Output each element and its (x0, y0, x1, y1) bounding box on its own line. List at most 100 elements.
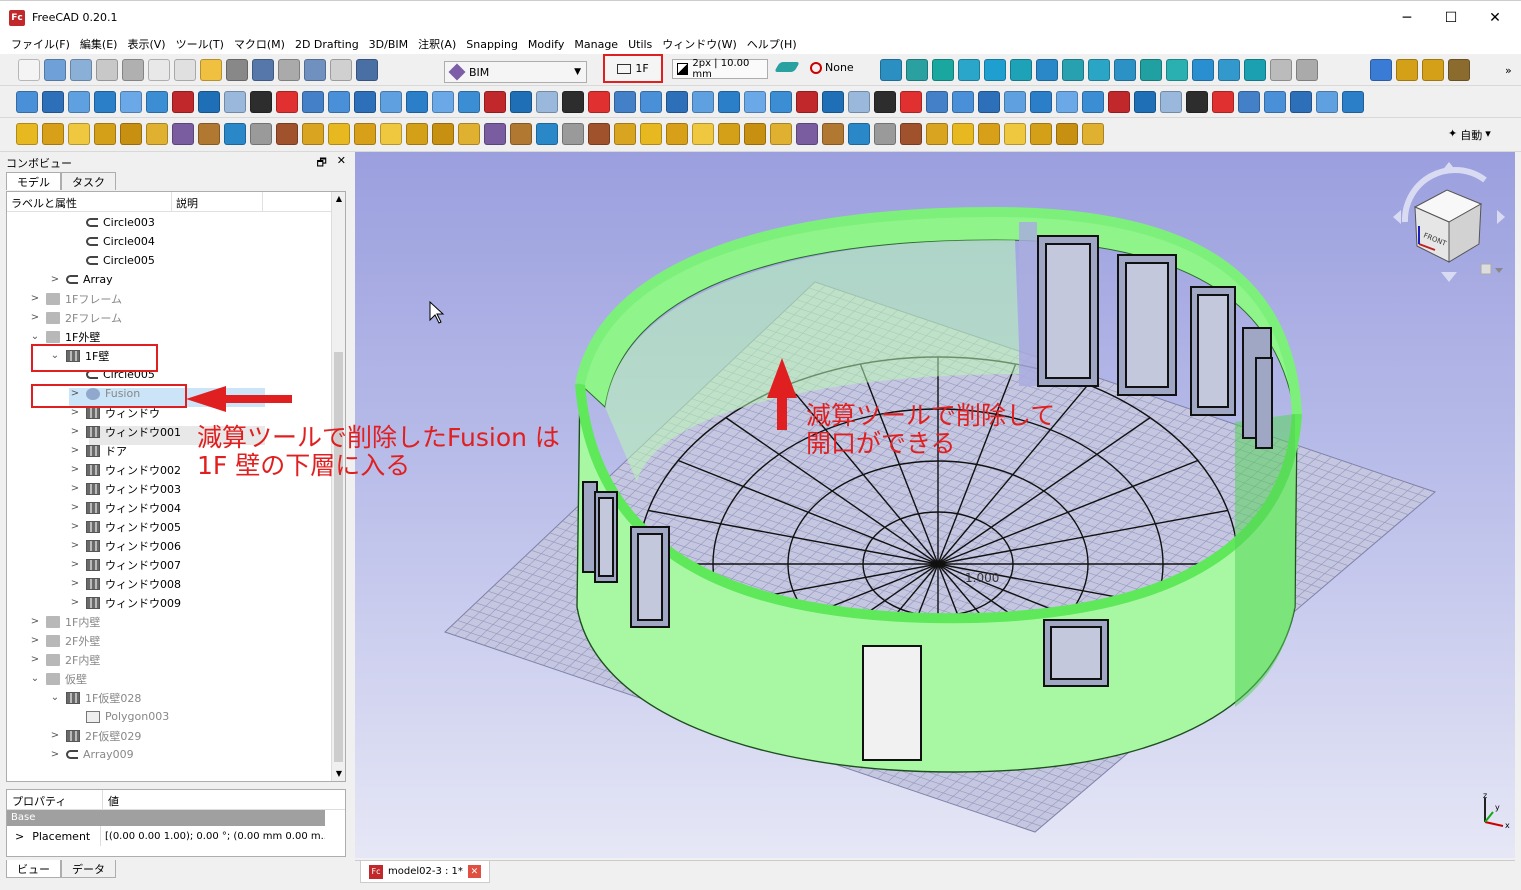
beam-icon[interactable] (198, 123, 220, 145)
view-back-icon[interactable] (120, 91, 142, 113)
tree-item[interactable]: ⌄ 仮壁 (7, 669, 333, 688)
menu-item[interactable]: ファイル(F) (6, 36, 75, 52)
label-icon[interactable] (952, 123, 974, 145)
level-icon[interactable] (68, 123, 90, 145)
tab-tasks[interactable]: タスク (61, 172, 116, 190)
downgrade-icon[interactable] (744, 91, 766, 113)
line-style-selector[interactable]: 2px | 10.00 mm (672, 58, 768, 80)
tree-item[interactable]: Polygon003 (7, 707, 333, 726)
polyline-icon[interactable] (692, 123, 714, 145)
chevron-right-icon[interactable]: > (69, 407, 81, 418)
door-icon[interactable] (250, 123, 272, 145)
chevron-right-icon[interactable]: > (69, 502, 81, 513)
tree-item[interactable]: > ウィンドウ008 (7, 574, 333, 593)
path-array-icon[interactable] (1108, 91, 1130, 113)
tree-item[interactable]: >2F外壁 (7, 631, 333, 650)
annotation-icon[interactable] (978, 123, 1000, 145)
rectangle-icon[interactable] (848, 123, 870, 145)
chevron-right-icon[interactable]: > (29, 293, 41, 304)
wrench-icon[interactable] (1448, 59, 1470, 81)
text-a-icon[interactable] (1396, 59, 1418, 81)
move-array-icon[interactable] (458, 91, 480, 113)
snap-endpoint-icon[interactable] (906, 59, 928, 81)
tree-scrollbar[interactable]: ▲ ▼ (331, 192, 345, 781)
workbench-nav-icon[interactable] (172, 91, 194, 113)
document-tab[interactable]: Fc model02-3 : 1* ✕ (360, 861, 490, 883)
property-group[interactable]: Base (7, 810, 325, 826)
cube-icon[interactable] (1342, 91, 1364, 113)
circle-icon[interactable] (744, 123, 766, 145)
wall-icon[interactable] (120, 123, 142, 145)
shape-s-icon[interactable] (1422, 59, 1444, 81)
toolbar-overflow-button[interactable]: » (1505, 64, 1512, 77)
clone-icon[interactable] (510, 91, 532, 113)
zoom-fit-icon[interactable] (16, 91, 38, 113)
upgrade-icon[interactable] (718, 91, 740, 113)
menu-item[interactable]: 注釈(A) (413, 36, 461, 52)
menu-item[interactable]: マクロ(M) (229, 36, 290, 52)
left-icon[interactable] (380, 91, 402, 113)
rotate-icon[interactable] (484, 91, 506, 113)
join-icon[interactable] (666, 91, 688, 113)
menu-item[interactable]: ウィンドウ(W) (657, 36, 741, 52)
scene-canvas[interactable]: 1.000 FRONT z y x (355, 152, 1515, 858)
folder-icon[interactable] (1030, 123, 1052, 145)
chevron-down-icon[interactable]: ⌄ (29, 331, 41, 342)
chevron-right-icon[interactable]: > (69, 597, 81, 608)
fence-icon[interactable] (406, 123, 428, 145)
circular-icon[interactable] (1186, 91, 1208, 113)
remove-icon[interactable] (874, 91, 896, 113)
facebinder-icon[interactable] (1238, 91, 1260, 113)
truss-icon[interactable] (432, 123, 454, 145)
chevron-right-icon[interactable]: > (15, 830, 24, 843)
refresh-icon[interactable] (278, 59, 300, 81)
minimize-button[interactable]: ─ (1385, 1, 1429, 35)
solid-icon[interactable] (1316, 91, 1338, 113)
tree-item[interactable]: > Array (7, 270, 333, 289)
view-forward-icon[interactable] (146, 91, 168, 113)
tree-item[interactable]: Circle003 (7, 213, 333, 232)
pipe-icon[interactable] (484, 123, 506, 145)
tree-item[interactable]: > ウィンドウ009 (7, 593, 333, 612)
offset-icon[interactable] (562, 91, 584, 113)
chevron-right-icon[interactable]: > (29, 616, 41, 627)
isometric-icon[interactable] (224, 91, 246, 113)
tree-item[interactable]: >1Fフレーム (7, 289, 333, 308)
snap-special-icon[interactable] (1114, 59, 1136, 81)
grid-array-icon[interactable] (1082, 91, 1104, 113)
tab-model[interactable]: モデル (6, 172, 61, 190)
column-label-attributes[interactable]: ラベルと属性 (7, 192, 171, 211)
schedule-icon[interactable] (588, 123, 610, 145)
navigation-cube[interactable]: FRONT (1393, 162, 1505, 282)
space-icon[interactable] (94, 123, 116, 145)
none-button[interactable]: None (810, 61, 854, 74)
measure-icon[interactable] (406, 91, 428, 113)
tree-item[interactable]: >2F仮壁029 (7, 726, 333, 745)
array-icon[interactable] (952, 91, 974, 113)
point-icon[interactable] (874, 123, 896, 145)
sketch-icon[interactable] (1082, 123, 1104, 145)
polygon-icon[interactable] (822, 123, 844, 145)
menu-item[interactable]: 2D Drafting (290, 38, 364, 51)
split-icon[interactable] (692, 91, 714, 113)
add-icon[interactable] (848, 91, 870, 113)
link-array-icon[interactable] (1290, 91, 1312, 113)
slab-icon[interactable] (224, 123, 246, 145)
zoom-icon[interactable] (198, 91, 220, 113)
equipment-icon[interactable] (458, 123, 480, 145)
chevron-right-icon[interactable]: > (49, 749, 61, 760)
chevron-right-icon[interactable]: > (29, 635, 41, 646)
site-icon[interactable] (16, 123, 38, 145)
ellipse-icon[interactable] (796, 123, 818, 145)
layer-icon[interactable] (1004, 123, 1026, 145)
trim-icon[interactable] (588, 91, 610, 113)
hatch-icon[interactable] (900, 123, 922, 145)
stretch-icon[interactable] (614, 91, 636, 113)
working-level-button[interactable]: 1F (603, 54, 663, 83)
copy-icon[interactable] (148, 59, 170, 81)
paste-icon[interactable] (174, 59, 196, 81)
chevron-down-icon[interactable]: ⌄ (49, 692, 61, 703)
zoom-select-icon[interactable] (42, 91, 64, 113)
plus-icon[interactable] (1004, 91, 1026, 113)
rear-icon[interactable] (328, 91, 350, 113)
